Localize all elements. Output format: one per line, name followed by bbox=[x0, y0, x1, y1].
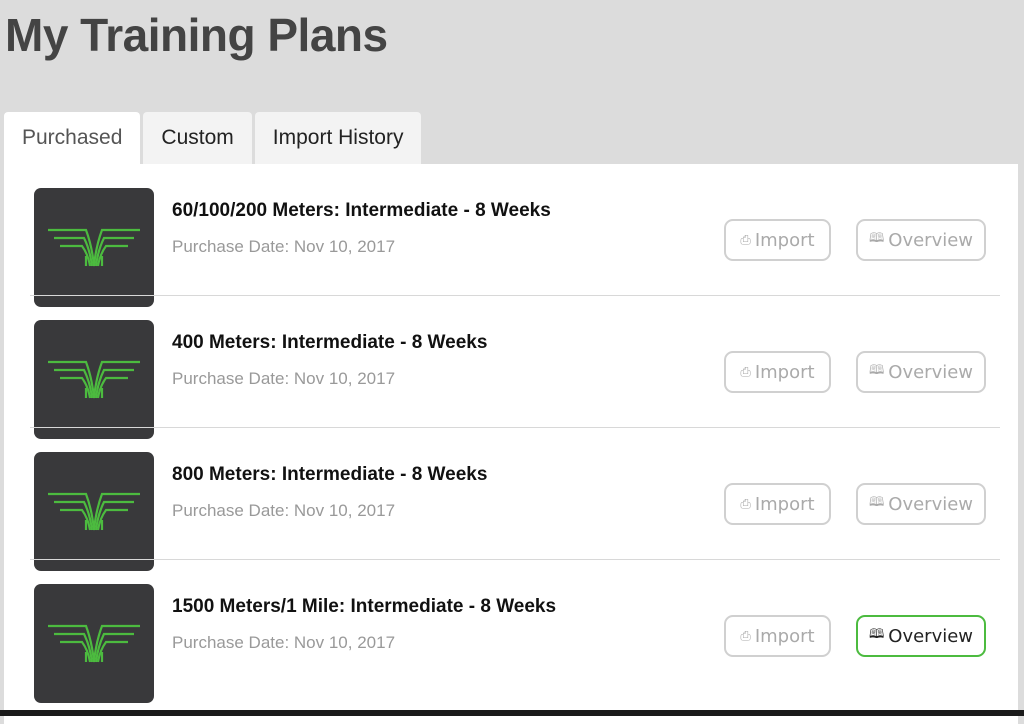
import-label: Import bbox=[754, 493, 815, 515]
purchase-date: Purchase Date: Nov 10, 2017 bbox=[172, 369, 396, 388]
plan-title[interactable]: 60/100/200 Meters: Intermediate - 8 Week… bbox=[172, 200, 551, 222]
plan-title[interactable]: 800 Meters: Intermediate - 8 Weeks bbox=[172, 464, 487, 486]
book-icon: 🕮 bbox=[868, 363, 885, 378]
overview-label: Overview bbox=[888, 229, 974, 251]
purchase-date: Purchase Date: Nov 10, 2017 bbox=[172, 501, 396, 520]
plan-title[interactable]: 1500 Meters/1 Mile: Intermediate - 8 Wee… bbox=[172, 596, 556, 618]
book-icon: 🕮 bbox=[868, 231, 885, 246]
purchase-date: Purchase Date: Nov 10, 2017 bbox=[172, 633, 396, 652]
export-icon: ⎙ bbox=[740, 496, 751, 512]
book-icon: 🕮 bbox=[868, 627, 885, 642]
import-label: Import bbox=[754, 229, 815, 251]
import-label: Import bbox=[754, 625, 815, 647]
list-item: 400 Meters: Intermediate - 8 Weeks Purch… bbox=[4, 296, 1018, 439]
bottom-bar bbox=[0, 710, 1024, 716]
overview-button[interactable]: 🕮 Overview bbox=[856, 483, 986, 525]
wings-logo-icon bbox=[48, 492, 140, 530]
export-icon: ⎙ bbox=[740, 232, 751, 248]
plan-thumbnail bbox=[34, 188, 154, 307]
import-button[interactable]: ⎙ Import bbox=[724, 615, 831, 657]
plan-thumbnail bbox=[34, 584, 154, 703]
import-button[interactable]: ⎙ Import bbox=[724, 483, 831, 525]
wings-logo-icon bbox=[48, 228, 140, 266]
overview-button[interactable]: 🕮 Overview bbox=[856, 219, 986, 261]
plans-list: 60/100/200 Meters: Intermediate - 8 Week… bbox=[4, 164, 1018, 724]
plan-thumbnail bbox=[34, 320, 154, 439]
import-button[interactable]: ⎙ Import bbox=[724, 219, 831, 261]
import-label: Import bbox=[754, 361, 815, 383]
purchase-date: Purchase Date: Nov 10, 2017 bbox=[172, 237, 396, 256]
wings-logo-icon bbox=[48, 360, 140, 398]
plan-title[interactable]: 400 Meters: Intermediate - 8 Weeks bbox=[172, 332, 487, 354]
export-icon: ⎙ bbox=[740, 628, 751, 644]
list-item: 800 Meters: Intermediate - 8 Weeks Purch… bbox=[4, 428, 1018, 571]
tab-custom[interactable]: Custom bbox=[143, 112, 252, 164]
list-item: 1500 Meters/1 Mile: Intermediate - 8 Wee… bbox=[4, 560, 1018, 703]
overview-button[interactable]: 🕮 Overview bbox=[856, 615, 986, 657]
plan-thumbnail bbox=[34, 452, 154, 571]
tab-import-history[interactable]: Import History bbox=[254, 112, 422, 164]
tab-bar: Purchased Custom Import History bbox=[4, 112, 422, 164]
book-icon: 🕮 bbox=[868, 495, 885, 510]
wings-logo-icon bbox=[48, 624, 140, 662]
overview-label: Overview bbox=[888, 493, 974, 515]
export-icon: ⎙ bbox=[740, 364, 751, 380]
page-title: My Training Plans bbox=[5, 9, 388, 61]
overview-label: Overview bbox=[888, 361, 974, 383]
overview-label: Overview bbox=[888, 625, 974, 647]
tab-purchased[interactable]: Purchased bbox=[4, 112, 141, 164]
overview-button[interactable]: 🕮 Overview bbox=[856, 351, 986, 393]
list-item: 60/100/200 Meters: Intermediate - 8 Week… bbox=[4, 164, 1018, 307]
import-button[interactable]: ⎙ Import bbox=[724, 351, 831, 393]
